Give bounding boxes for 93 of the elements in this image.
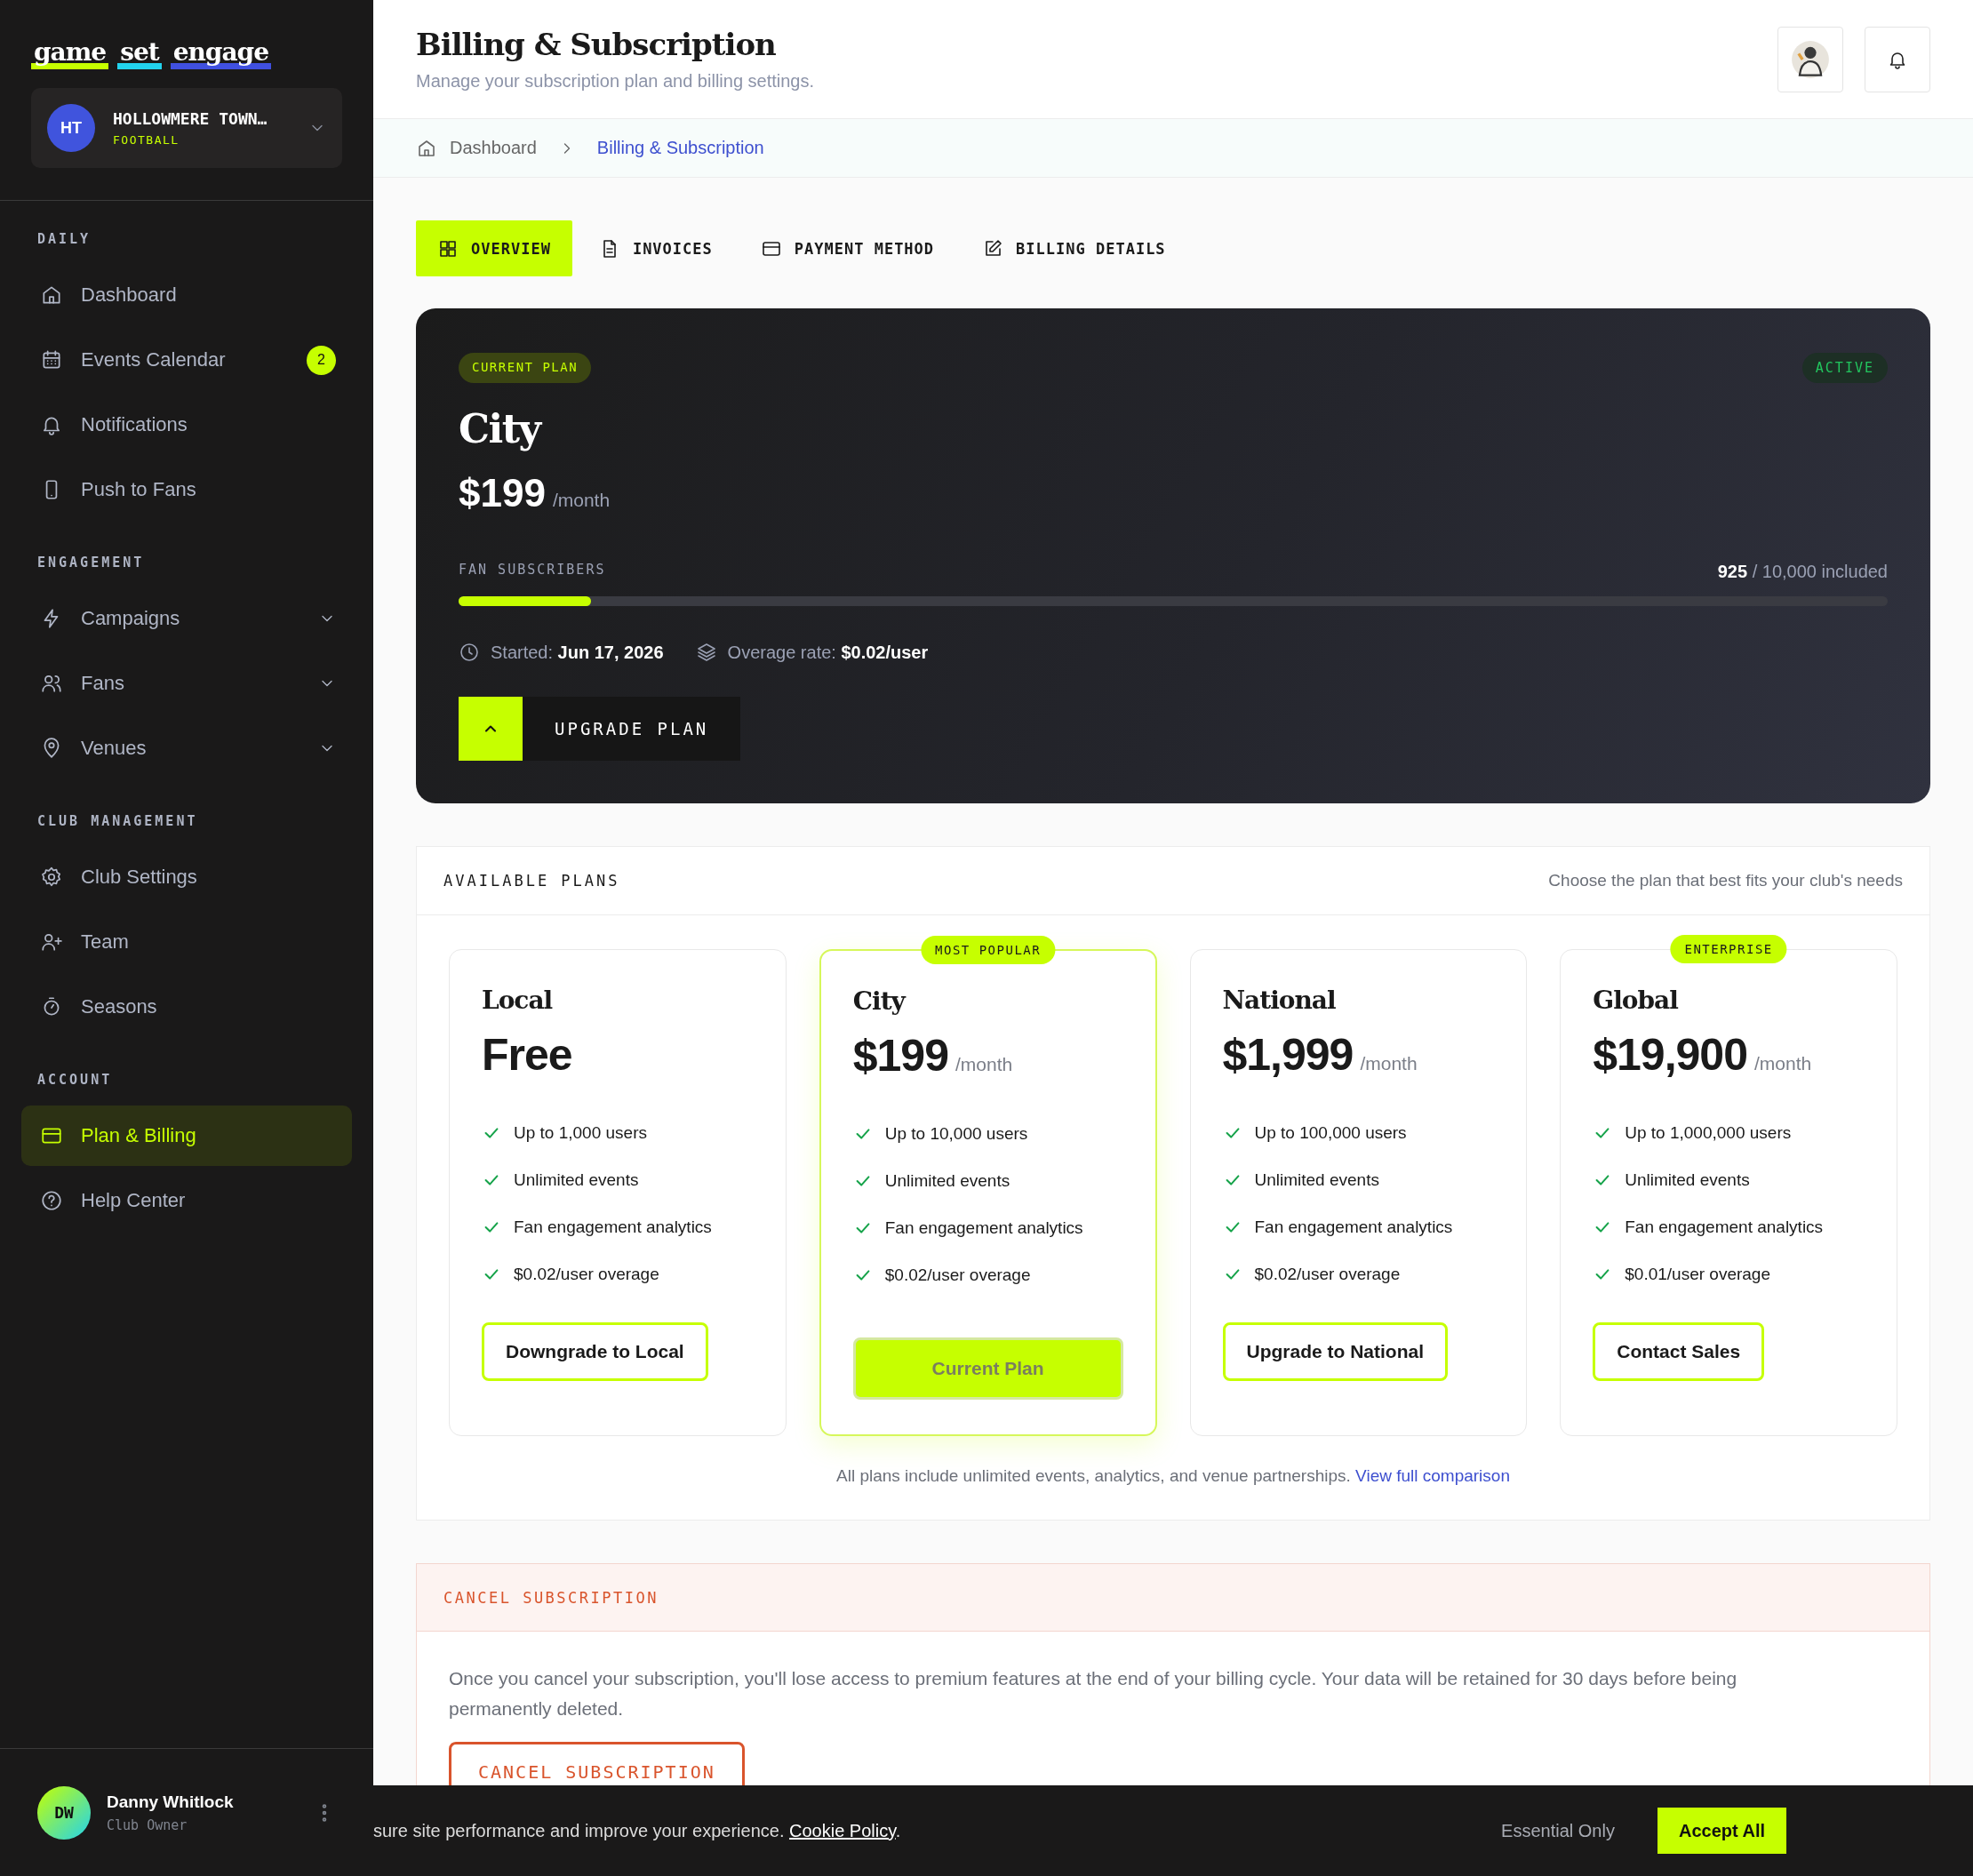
- plan-price: $199: [852, 1030, 948, 1082]
- section-title: AVAILABLE PLANS: [443, 872, 620, 890]
- cancel-description: Once you cancel your subscription, you'll lose access to premium features at the end of your billing cycle. Your data will be retained for 30 days before being permanently deleted.: [449, 1667, 1738, 1720]
- page-subtitle: Manage your subscription plan and billing settings.: [416, 71, 815, 92]
- cookie-policy-link[interactable]: Cookie Policy: [789, 1820, 896, 1840]
- section-subtitle: Choose the plan that best fits your club's needs: [1548, 871, 1903, 890]
- page-title: Billing & Subscription: [416, 27, 777, 62]
- feature-text: Fan engagement analytics: [514, 1217, 712, 1237]
- price-period: /month: [955, 1054, 1013, 1075]
- plan-ribbon: ENTERPRISE: [1670, 935, 1787, 963]
- section-label: ACCOUNT: [36, 1071, 114, 1090]
- price-period: /month: [552, 490, 611, 511]
- plan-button[interactable]: Upgrade to National: [1222, 1322, 1448, 1381]
- feature-text: Fan engagement analytics: [884, 1217, 1083, 1238]
- sidebar-item[interactable]: Team: [21, 912, 352, 972]
- club-sport: FOOTBALL: [113, 133, 180, 147]
- feature-text: Up to 1,000,000 users: [1625, 1122, 1792, 1143]
- profile-button[interactable]: [1777, 27, 1843, 92]
- feature-text: Up to 1,000 users: [514, 1122, 647, 1143]
- sidebar-item[interactable]: Fans: [21, 653, 352, 714]
- club-selector[interactable]: HT HOLLOWMERE TOWN… FOOTBALL: [31, 88, 342, 168]
- comparison-link[interactable]: View full comparison: [1355, 1466, 1510, 1485]
- cancel-header: CANCEL SUBSCRIPTION: [417, 1564, 1929, 1632]
- price-period: /month: [1360, 1053, 1418, 1074]
- tab[interactable]: BILLING DETAILS: [961, 220, 1187, 276]
- plan-price: $199: [459, 471, 546, 515]
- logo: game set engage: [31, 37, 271, 72]
- sidebar-item[interactable]: Club Settings: [21, 847, 352, 907]
- feature-text: $0.02/user overage: [514, 1264, 659, 1284]
- layers-icon: [695, 642, 717, 663]
- sidebar-item[interactable]: Dashboard: [21, 265, 352, 325]
- tab[interactable]: INVOICES: [577, 220, 734, 276]
- feature-text: Unlimited events: [1625, 1170, 1750, 1190]
- plan-button[interactable]: Downgrade to Local: [482, 1322, 708, 1381]
- sidebar-item[interactable]: Events Calendar 2: [21, 330, 352, 390]
- avatar-icon: [1791, 40, 1830, 79]
- feature-text: $0.02/user overage: [884, 1265, 1031, 1285]
- sidebar-item[interactable]: Push to Fans: [21, 459, 352, 520]
- breadcrumb-link[interactable]: Dashboard: [450, 138, 537, 158]
- club-name: HOLLOWMERE TOWN…: [113, 109, 268, 128]
- settings-icon: [40, 866, 63, 889]
- feature-text: Unlimited events: [1254, 1170, 1379, 1190]
- sidebar-item[interactable]: Seasons: [21, 977, 352, 1037]
- sidebar-item[interactable]: Venues: [21, 718, 352, 778]
- count-badge: 2: [307, 345, 336, 375]
- plan-name: Global: [1593, 986, 1680, 1015]
- section-label: DAILY: [36, 230, 92, 249]
- accept-button[interactable]: Accept All: [1657, 1808, 1786, 1854]
- essential-button[interactable]: Essential Only: [1496, 1819, 1620, 1842]
- section-label: ENGAGEMENT: [36, 554, 146, 572]
- feature-text: $0.02/user overage: [1254, 1264, 1401, 1284]
- plan-name: Local: [482, 986, 554, 1015]
- current-plan-badge: CURRENT PLAN: [459, 353, 592, 383]
- sidebar-item[interactable]: Help Center: [21, 1170, 352, 1231]
- help-icon: [40, 1189, 63, 1212]
- plan-button[interactable]: Current Plan: [852, 1337, 1123, 1400]
- feature-text: Unlimited events: [514, 1170, 639, 1190]
- breadcrumb-link[interactable]: Billing & Subscription: [596, 138, 764, 158]
- clock-icon: [459, 642, 480, 663]
- feature-text: $0.01/user overage: [1625, 1264, 1770, 1284]
- sidebar-item[interactable]: Plan & Billing: [21, 1106, 352, 1166]
- sidebar-item[interactable]: Campaigns: [21, 588, 352, 649]
- club-avatar: HT: [47, 104, 95, 152]
- feature-text: Up to 10,000 users: [884, 1123, 1028, 1144]
- section-label: CLUB MANAGEMENT: [36, 812, 199, 831]
- feature-text: Unlimited events: [884, 1170, 1010, 1191]
- plan-button[interactable]: Contact Sales: [1593, 1322, 1765, 1381]
- usage-value: 925 / 10,000 included: [1717, 562, 1888, 582]
- plan-name: City: [852, 986, 907, 1016]
- plan-name: National: [1222, 986, 1337, 1015]
- user-role: Club Owner: [107, 1816, 188, 1833]
- usage-label: FAN SUBSCRIBERS: [459, 562, 606, 579]
- upgrade-plan-button[interactable]: UPGRADE PLAN: [459, 697, 741, 761]
- feature-text: Up to 100,000 users: [1254, 1122, 1407, 1143]
- plan-name: City: [459, 406, 543, 451]
- tab[interactable]: PAYMENT METHOD: [739, 220, 956, 276]
- sidebar-item[interactable]: Notifications: [21, 395, 352, 455]
- plan-price: $1,999: [1222, 1029, 1354, 1081]
- start-date: Started: Jun 17, 2026: [491, 642, 664, 663]
- status-badge: ACTIVE: [1801, 353, 1888, 383]
- tab[interactable]: OVERVIEW: [416, 220, 572, 276]
- user-avatar: DW: [37, 1785, 91, 1840]
- cookie-message: sure site performance and improve your experience. Cookie Policy.: [373, 1820, 901, 1841]
- price-period: /month: [1754, 1053, 1812, 1074]
- plan-price: Free: [482, 1029, 572, 1081]
- footnote: All plans include unlimited events, analytics, and venue partnerships. View full comparison: [835, 1466, 1511, 1486]
- calendar-icon: [40, 348, 63, 371]
- user-name: Danny Whitlock: [107, 1792, 235, 1812]
- feature-text: Fan engagement analytics: [1254, 1217, 1453, 1237]
- plan-price: $19,900: [1593, 1029, 1747, 1081]
- feature-text: Fan engagement analytics: [1625, 1217, 1824, 1237]
- plan-ribbon: MOST POPULAR: [921, 936, 1056, 964]
- overage-rate: Overage rate: $0.02/user: [727, 642, 929, 663]
